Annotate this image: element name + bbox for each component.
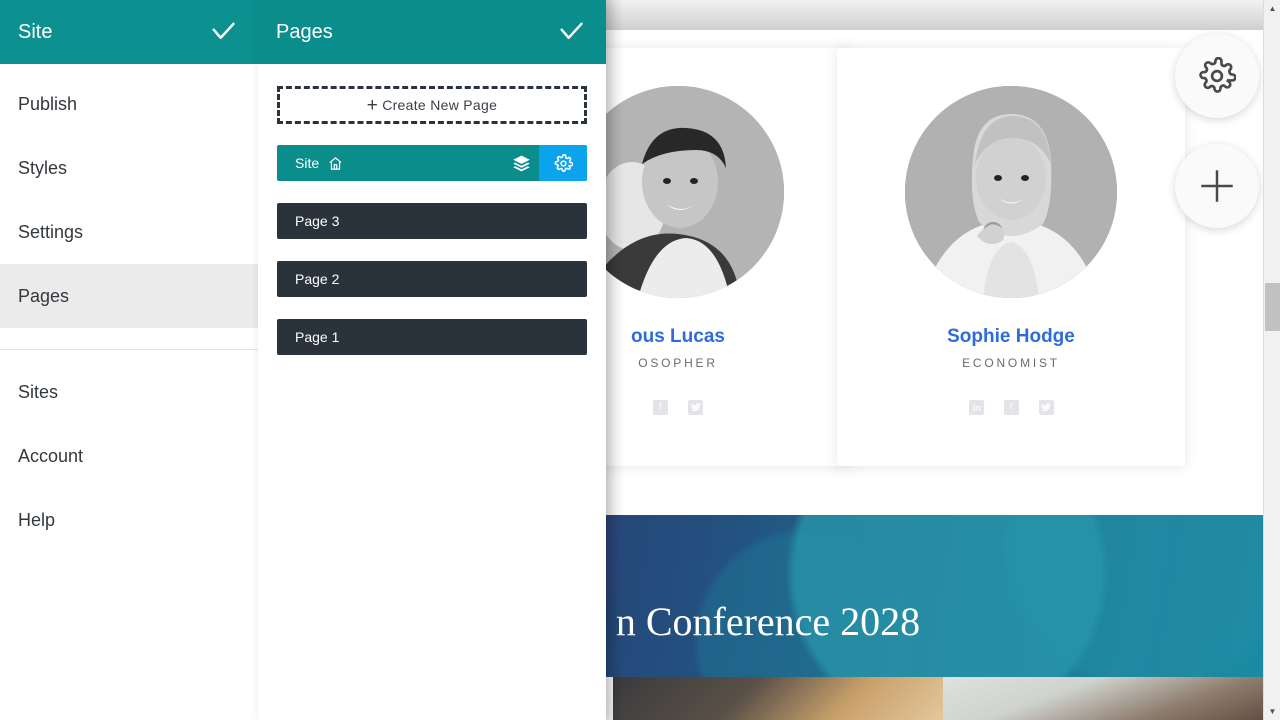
page-row-page1[interactable]: Page 1	[277, 319, 587, 355]
site-panel-title: Site	[18, 20, 53, 43]
sidebar-item-label: Account	[18, 445, 84, 466]
facebook-icon[interactable]: f	[1003, 400, 1019, 415]
portrait-illustration	[905, 86, 1117, 298]
page-row-label-wrap: Site	[277, 155, 503, 171]
sidebar-item-label: Pages	[18, 285, 70, 306]
layers-icon	[512, 155, 530, 171]
page-row-settings-button[interactable]	[539, 145, 587, 181]
site-panel-header: Site	[0, 0, 258, 64]
scrollbar-thumb[interactable]	[1265, 283, 1280, 331]
plus-icon	[1201, 170, 1233, 202]
pages-panel-header: Pages	[258, 0, 606, 64]
page-row-site[interactable]: Site	[277, 145, 587, 181]
twitter-icon[interactable]	[688, 400, 703, 415]
pages-list: + Create New Page Site Page 3 Page 2 Pag…	[258, 64, 606, 355]
photo-tile	[943, 677, 1280, 720]
sidebar-item-account[interactable]: Account	[0, 424, 258, 488]
sidebar-item-label: Help	[18, 509, 56, 530]
twitter-icon[interactable]	[1038, 400, 1054, 415]
page-row-label: Page 1	[295, 329, 340, 345]
facebook-icon[interactable]: f	[653, 400, 668, 415]
gear-icon	[1199, 57, 1236, 93]
page-row-label-wrap: Page 1	[277, 329, 587, 345]
site-menu: Publish Styles Settings Pages Sites Acco…	[0, 64, 258, 552]
page-row-label: Site	[295, 155, 320, 171]
site-panel: Site Publish Styles Settings Pages Sites…	[0, 0, 258, 720]
check-icon	[560, 22, 583, 40]
sidebar-item-sites[interactable]: Sites	[0, 360, 258, 424]
vertical-scrollbar[interactable]: ▲ ▼	[1263, 0, 1280, 720]
sidebar-item-label: Sites	[18, 381, 59, 402]
scroll-down-arrow-icon[interactable]: ▼	[1264, 703, 1280, 720]
create-new-page-label: Create New Page	[382, 97, 498, 113]
pages-panel-title: Pages	[276, 20, 333, 43]
check-icon	[212, 22, 235, 40]
site-panel-confirm-button[interactable]	[206, 15, 240, 49]
scroll-up-arrow-icon[interactable]: ▲	[1264, 0, 1280, 17]
canvas-settings-fab[interactable]	[1175, 34, 1259, 118]
canvas-add-fab[interactable]	[1175, 144, 1259, 228]
page-row-label: Page 2	[295, 271, 340, 287]
team-card[interactable]: Sophie Hodge ECONOMIST f	[837, 48, 1185, 466]
sidebar-item-label: Settings	[18, 221, 84, 242]
linkedin-icon[interactable]	[968, 400, 984, 415]
pages-panel-confirm-button[interactable]	[554, 15, 588, 49]
page-row-layers-button[interactable]	[503, 145, 539, 181]
page-row-page3[interactable]: Page 3	[277, 203, 587, 239]
pages-panel: Pages + Create New Page Site Page 3 Page…	[258, 0, 606, 720]
social-links: f	[837, 400, 1185, 415]
avatar	[905, 86, 1117, 298]
app-root: ous Lucas OSOPHER f Sophie Hodge ECONOMI…	[0, 0, 1280, 720]
sidebar-item-label: Publish	[18, 93, 78, 114]
member-name: Sophie Hodge	[947, 326, 1075, 347]
gear-icon	[554, 153, 573, 172]
page-row-label-wrap: Page 3	[277, 213, 587, 229]
sidebar-item-label: Styles	[18, 157, 68, 178]
page-row-label-wrap: Page 2	[277, 271, 587, 287]
create-new-page-button[interactable]: + Create New Page	[277, 86, 587, 124]
menu-divider	[0, 349, 258, 350]
sidebar-item-publish[interactable]: Publish	[0, 72, 258, 136]
sidebar-item-settings[interactable]: Settings	[0, 200, 258, 264]
page-row-label: Page 3	[295, 213, 340, 229]
plus-icon: +	[366, 94, 379, 116]
sidebar-item-styles[interactable]: Styles	[0, 136, 258, 200]
sidebar-item-pages[interactable]: Pages	[0, 264, 258, 328]
home-icon	[328, 156, 343, 171]
photo-tile	[613, 677, 943, 720]
member-role: ECONOMIST	[962, 356, 1060, 370]
sidebar-item-help[interactable]: Help	[0, 488, 258, 552]
page-row-page2[interactable]: Page 2	[277, 261, 587, 297]
